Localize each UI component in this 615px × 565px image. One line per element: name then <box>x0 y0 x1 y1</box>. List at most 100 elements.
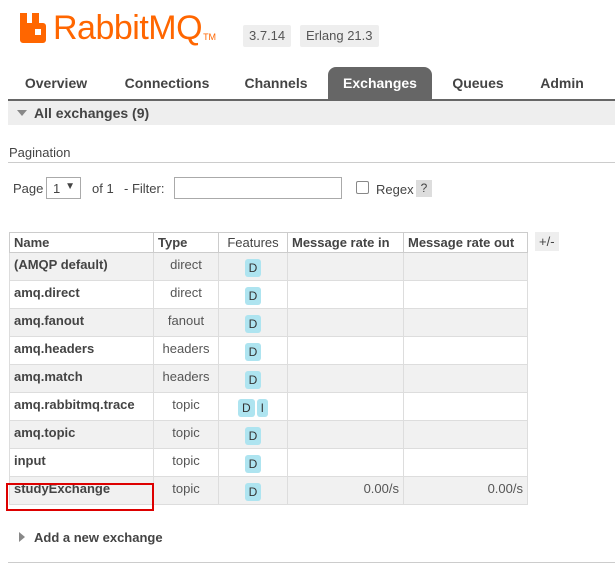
message-rate-in <box>287 364 404 393</box>
message-rate-in <box>287 420 404 449</box>
column-toggle-button[interactable]: +/- <box>535 232 559 251</box>
exchange-features: D <box>218 252 288 281</box>
message-rate-out <box>403 308 528 337</box>
bottom-divider <box>8 562 615 563</box>
logo-text: RabbitMQ <box>53 9 203 47</box>
page-select[interactable]: 1 ▼ <box>46 177 81 199</box>
table-row: amq.fanout fanout D <box>9 308 528 337</box>
exchange-type: topic <box>153 392 219 421</box>
tab-queues[interactable]: Queues <box>438 67 518 99</box>
exchange-name-link[interactable]: amq.fanout <box>9 308 154 337</box>
exchange-name-link[interactable]: amq.direct <box>9 280 154 309</box>
exchange-type: topic <box>153 476 219 505</box>
exchange-name-link[interactable]: input <box>9 448 154 477</box>
rabbit-logo-icon <box>17 11 51 45</box>
regex-label: Regex <box>376 182 414 197</box>
feature-badge: D <box>244 371 262 389</box>
feature-badge: D <box>244 455 262 473</box>
exchange-features: DI <box>218 392 288 421</box>
message-rate-in <box>287 392 404 421</box>
message-rate-in: 0.00/s <box>287 476 404 505</box>
table-row: amq.direct direct D <box>9 280 528 309</box>
tab-exchanges[interactable]: Exchanges <box>328 67 432 99</box>
table-row: amq.rabbitmq.trace topic D I <box>9 392 528 421</box>
pagination-divider <box>8 162 615 163</box>
collapse-arrow-icon <box>17 110 27 116</box>
column-header-type[interactable]: Type <box>153 232 219 253</box>
feature-badge: D <box>244 483 262 501</box>
exchange-features: D <box>218 420 288 449</box>
exchange-type: topic <box>153 448 219 477</box>
table-row: (AMQP default) direct D <box>9 252 528 281</box>
page-label: Page <box>13 181 44 196</box>
table-header-row: Name Type Features Message rate in Messa… <box>9 232 528 253</box>
message-rate-in <box>287 448 404 477</box>
pagination-title: Pagination <box>9 145 71 160</box>
exchange-type: direct <box>153 280 219 309</box>
message-rate-in <box>287 336 404 365</box>
add-exchange-toggle[interactable]: Add a new exchange <box>34 530 163 545</box>
exchange-features: D <box>218 476 288 505</box>
tab-connections[interactable]: Connections <box>112 67 222 99</box>
regex-help-button[interactable]: ? <box>416 180 432 197</box>
exchange-type: fanout <box>153 308 219 337</box>
exchange-name-link[interactable]: amq.topic <box>9 420 154 449</box>
highlight-box <box>6 483 154 511</box>
message-rate-in <box>287 308 404 337</box>
tab-admin[interactable]: Admin <box>524 67 600 99</box>
message-rate-in <box>287 252 404 281</box>
exchange-name-link[interactable]: (AMQP default) <box>9 252 154 281</box>
message-rate-in <box>287 280 404 309</box>
filter-input[interactable] <box>174 177 342 199</box>
column-header-rate-out[interactable]: Message rate out <box>403 232 528 253</box>
message-rate-out <box>403 420 528 449</box>
message-rate-out <box>403 252 528 281</box>
exchange-name-link[interactable]: amq.headers <box>9 336 154 365</box>
exchange-type: headers <box>153 364 219 393</box>
chevron-down-icon: ▼ <box>65 181 75 192</box>
message-rate-out: 0.00/s <box>403 476 528 505</box>
exchange-features: D <box>218 336 288 365</box>
exchanges-table: Name Type Features Message rate in Messa… <box>9 232 528 505</box>
feature-badge: D <box>244 343 262 361</box>
exchange-features: D <box>218 280 288 309</box>
feature-badge: D <box>244 259 262 277</box>
column-header-name[interactable]: Name <box>9 232 154 253</box>
tab-channels[interactable]: Channels <box>230 67 322 99</box>
filter-label: - Filter: <box>124 181 165 196</box>
table-row: input topic D <box>9 448 528 477</box>
tab-overview[interactable]: Overview <box>8 67 104 99</box>
message-rate-out <box>403 336 528 365</box>
table-row: amq.match headers D <box>9 364 528 393</box>
exchange-features: D <box>218 364 288 393</box>
exchange-name-link[interactable]: amq.match <box>9 364 154 393</box>
exchange-features: D <box>218 308 288 337</box>
feature-badge: D <box>237 399 255 417</box>
regex-checkbox[interactable] <box>356 181 369 194</box>
erlang-version-badge: Erlang 21.3 <box>300 25 379 47</box>
message-rate-out <box>403 280 528 309</box>
page-count-label: of 1 <box>92 181 114 196</box>
expand-arrow-icon <box>19 532 25 542</box>
feature-badge: D <box>244 287 262 305</box>
column-header-rate-in[interactable]: Message rate in <box>287 232 404 253</box>
feature-badge: I <box>256 399 268 417</box>
exchange-type: direct <box>153 252 219 281</box>
exchange-name-link[interactable]: amq.rabbitmq.trace <box>9 392 154 421</box>
table-row: amq.topic topic D <box>9 420 528 449</box>
rabbitmq-logo: RabbitMQ TM <box>17 10 216 46</box>
feature-badge: D <box>244 315 262 333</box>
column-header-features: Features <box>218 232 288 253</box>
message-rate-out <box>403 392 528 421</box>
feature-badge: D <box>244 427 262 445</box>
message-rate-out <box>403 448 528 477</box>
main-nav-tabs: Overview Connections Channels Exchanges … <box>8 67 615 101</box>
logo-trademark: TM <box>203 32 217 42</box>
all-exchanges-section-header[interactable]: All exchanges (9) <box>8 101 615 125</box>
page-select-value: 1 <box>53 181 61 196</box>
table-row: amq.headers headers D <box>9 336 528 365</box>
exchange-features: D <box>218 448 288 477</box>
message-rate-out <box>403 364 528 393</box>
section-title: All exchanges (9) <box>34 105 150 121</box>
exchange-type: headers <box>153 336 219 365</box>
